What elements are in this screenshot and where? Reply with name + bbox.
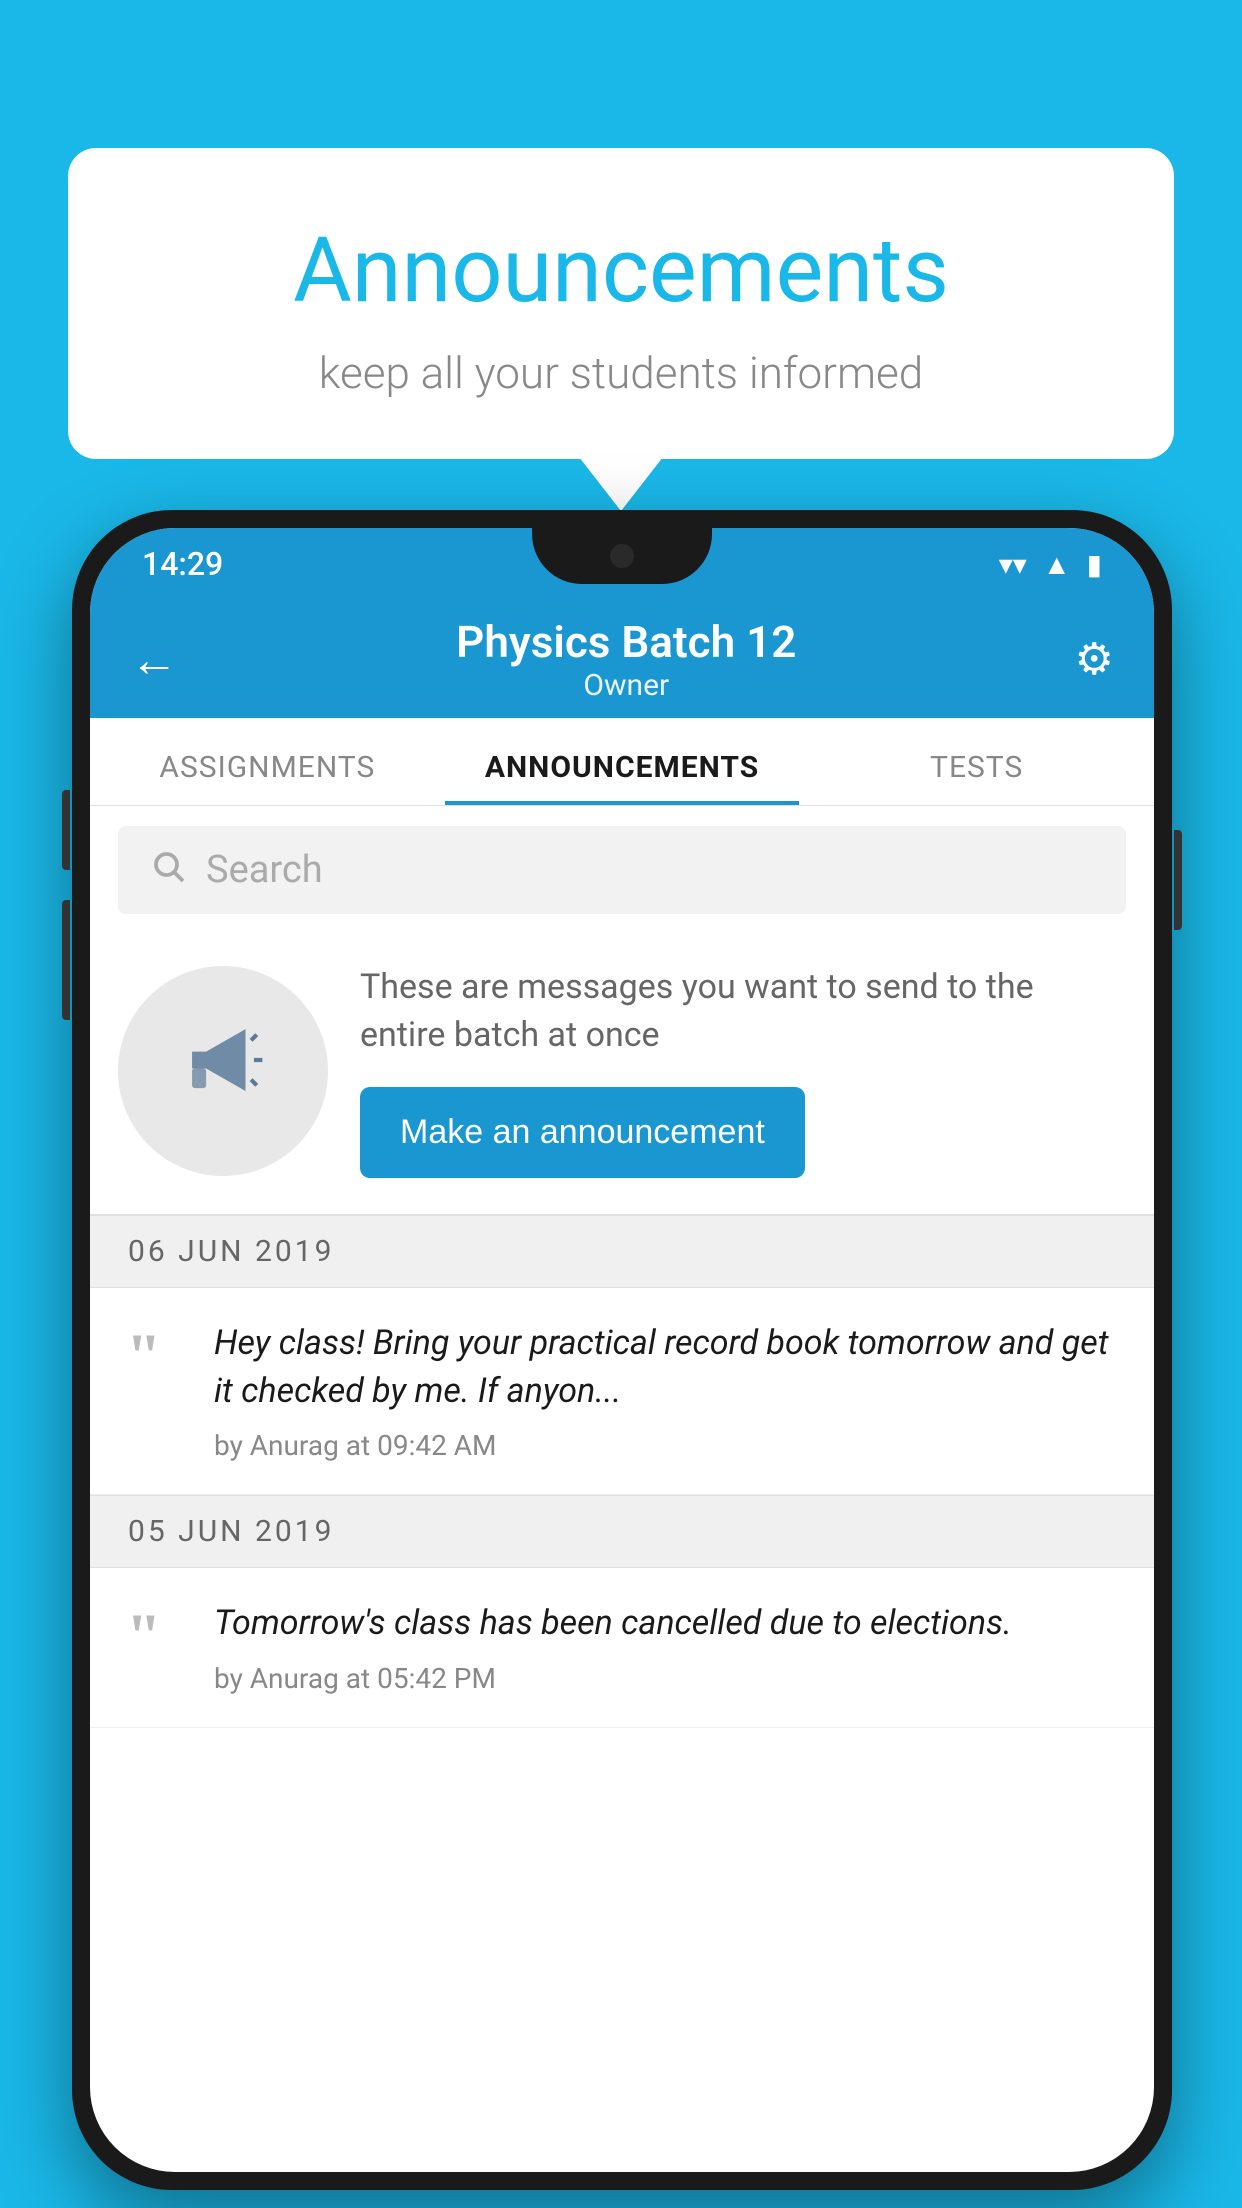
announcement-content-2: Tomorrow's class has been cancelled due … xyxy=(214,1600,1118,1695)
power-button xyxy=(1174,830,1182,930)
status-bar: 14:29 ▾▾ ▲ ▮ xyxy=(90,528,1154,600)
tab-announcements[interactable]: ANNOUNCEMENTS xyxy=(445,750,800,805)
search-container: Search xyxy=(90,806,1154,934)
signal-icon: ▲ xyxy=(1043,548,1071,581)
speech-bubble-title: Announcements xyxy=(128,218,1114,323)
vol-up-button xyxy=(62,790,70,870)
search-bar[interactable]: Search xyxy=(118,826,1126,914)
promo-right: These are messages you want to send to t… xyxy=(360,964,1126,1178)
announcement-meta-2: by Anurag at 05:42 PM xyxy=(214,1662,1118,1695)
header-center: Physics Batch 12 Owner xyxy=(456,616,796,703)
tab-assignments[interactable]: ASSIGNMENTS xyxy=(90,750,445,805)
announcement-text-2: Tomorrow's class has been cancelled due … xyxy=(214,1600,1118,1648)
promo-icon-circle xyxy=(118,966,328,1176)
wifi-icon: ▾▾ xyxy=(999,548,1027,581)
announcement-meta-1: by Anurag at 09:42 AM xyxy=(214,1429,1118,1462)
promo-section: These are messages you want to send to t… xyxy=(90,934,1154,1215)
tab-tests[interactable]: TESTS xyxy=(799,750,1154,805)
quote-icon-2: " xyxy=(126,1604,186,1668)
phone-outer: 14:29 ▾▾ ▲ ▮ ← Physics Batch 12 Owner ⚙ xyxy=(72,510,1172,2190)
speech-bubble-subtitle: keep all your students informed xyxy=(128,347,1114,399)
search-placeholder: Search xyxy=(206,848,323,892)
camera xyxy=(610,544,634,568)
notch xyxy=(532,528,712,584)
status-icons: ▾▾ ▲ ▮ xyxy=(999,548,1102,581)
phone-screen: 14:29 ▾▾ ▲ ▮ ← Physics Batch 12 Owner ⚙ xyxy=(90,528,1154,2172)
app-header: ← Physics Batch 12 Owner ⚙ xyxy=(90,600,1154,718)
back-button[interactable]: ← xyxy=(130,631,178,688)
status-time: 14:29 xyxy=(142,545,223,583)
announcement-content-1: Hey class! Bring your practical record b… xyxy=(214,1320,1118,1462)
date-header-2: 05 JUN 2019 xyxy=(90,1495,1154,1568)
tabs-container: ASSIGNMENTS ANNOUNCEMENTS TESTS xyxy=(90,718,1154,806)
search-icon xyxy=(150,847,186,894)
speech-bubble: Announcements keep all your students inf… xyxy=(68,148,1174,459)
announcement-item-1[interactable]: " Hey class! Bring your practical record… xyxy=(90,1288,1154,1495)
phone-mockup: 14:29 ▾▾ ▲ ▮ ← Physics Batch 12 Owner ⚙ xyxy=(72,510,1172,2190)
header-title: Physics Batch 12 xyxy=(456,616,796,668)
vol-down-button xyxy=(62,900,70,1020)
megaphone-icon xyxy=(178,1015,268,1127)
promo-description: These are messages you want to send to t… xyxy=(360,964,1126,1059)
make-announcement-button[interactable]: Make an announcement xyxy=(360,1087,805,1178)
header-subtitle: Owner xyxy=(456,668,796,703)
announcement-text-1: Hey class! Bring your practical record b… xyxy=(214,1320,1118,1415)
date-header-1: 06 JUN 2019 xyxy=(90,1215,1154,1288)
quote-icon-1: " xyxy=(126,1324,186,1388)
speech-bubble-container: Announcements keep all your students inf… xyxy=(68,148,1174,459)
settings-icon[interactable]: ⚙ xyxy=(1075,633,1114,685)
battery-icon: ▮ xyxy=(1087,548,1102,581)
announcement-item-2[interactable]: " Tomorrow's class has been cancelled du… xyxy=(90,1568,1154,1728)
